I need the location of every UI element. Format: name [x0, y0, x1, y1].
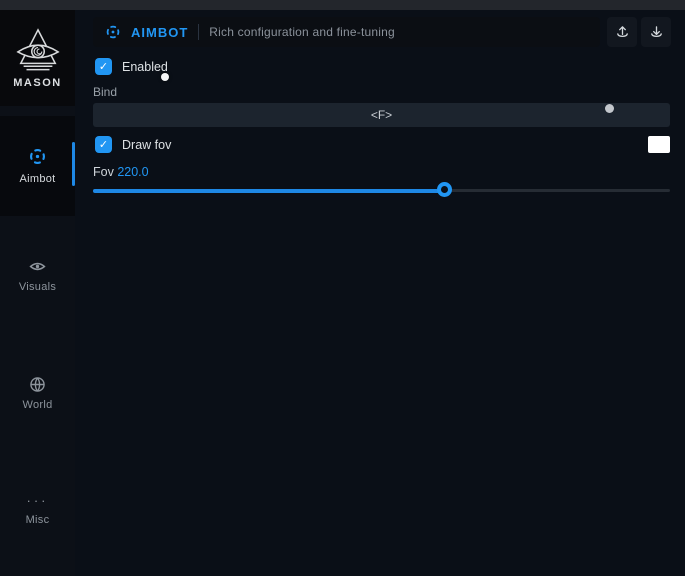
bind-input[interactable]: <F>	[93, 103, 670, 127]
window-top-strip	[0, 0, 685, 10]
header-divider	[198, 24, 199, 40]
logo: MASON	[0, 10, 75, 106]
ellipsis-icon: ···	[27, 494, 49, 508]
active-item-accent-bar	[72, 142, 75, 186]
download-icon	[649, 25, 664, 40]
page-title: AIMBOT	[131, 25, 188, 40]
logo-text: MASON	[13, 77, 61, 89]
check-icon: ✓	[99, 138, 108, 151]
sidebar-item-label: World	[22, 399, 52, 411]
crosshair-icon	[105, 24, 121, 40]
draw-fov-checkbox[interactable]: ✓	[95, 136, 112, 153]
sidebar-item-misc[interactable]: ··· Misc	[0, 494, 75, 526]
enabled-label: Enabled	[122, 60, 168, 74]
sidebar-item-label: Misc	[26, 514, 50, 526]
mouse-cursor-dot	[161, 73, 169, 81]
page-header: AIMBOT Rich configuration and fine-tunin…	[93, 17, 600, 47]
bind-value: <F>	[371, 108, 392, 122]
sidebar-item-visuals[interactable]: Visuals	[0, 258, 75, 293]
sidebar-item-label: Visuals	[19, 281, 56, 293]
fov-slider[interactable]	[93, 182, 670, 198]
fov-slider-fill	[93, 189, 445, 193]
bind-label: Bind	[93, 85, 117, 99]
fov-value: 220.0	[117, 165, 148, 179]
sidebar-item-aimbot[interactable]: Aimbot	[0, 116, 75, 216]
page-subtitle: Rich configuration and fine-tuning	[209, 25, 395, 39]
sidebar-item-world[interactable]: World	[0, 376, 75, 411]
fov-label-text: Fov	[93, 165, 114, 179]
fov-color-swatch[interactable]	[648, 136, 670, 153]
eye-icon	[29, 258, 46, 275]
crosshair-icon	[28, 147, 47, 166]
sidebar-item-label: Aimbot	[19, 173, 55, 185]
pyramid-eye-icon	[13, 27, 63, 73]
upload-config-button[interactable]	[607, 17, 637, 47]
download-config-button[interactable]	[641, 17, 671, 47]
fov-slider-handle[interactable]	[437, 182, 452, 197]
bind-indicator-dot	[605, 104, 614, 113]
fov-label: Fov 220.0	[93, 165, 149, 179]
draw-fov-label: Draw fov	[122, 138, 171, 152]
check-icon: ✓	[99, 60, 108, 73]
globe-icon	[29, 376, 46, 393]
upload-icon	[615, 25, 630, 40]
sidebar: MASON Aimbot Visuals World ··· Misc	[0, 10, 75, 576]
enabled-checkbox[interactable]: ✓	[95, 58, 112, 75]
